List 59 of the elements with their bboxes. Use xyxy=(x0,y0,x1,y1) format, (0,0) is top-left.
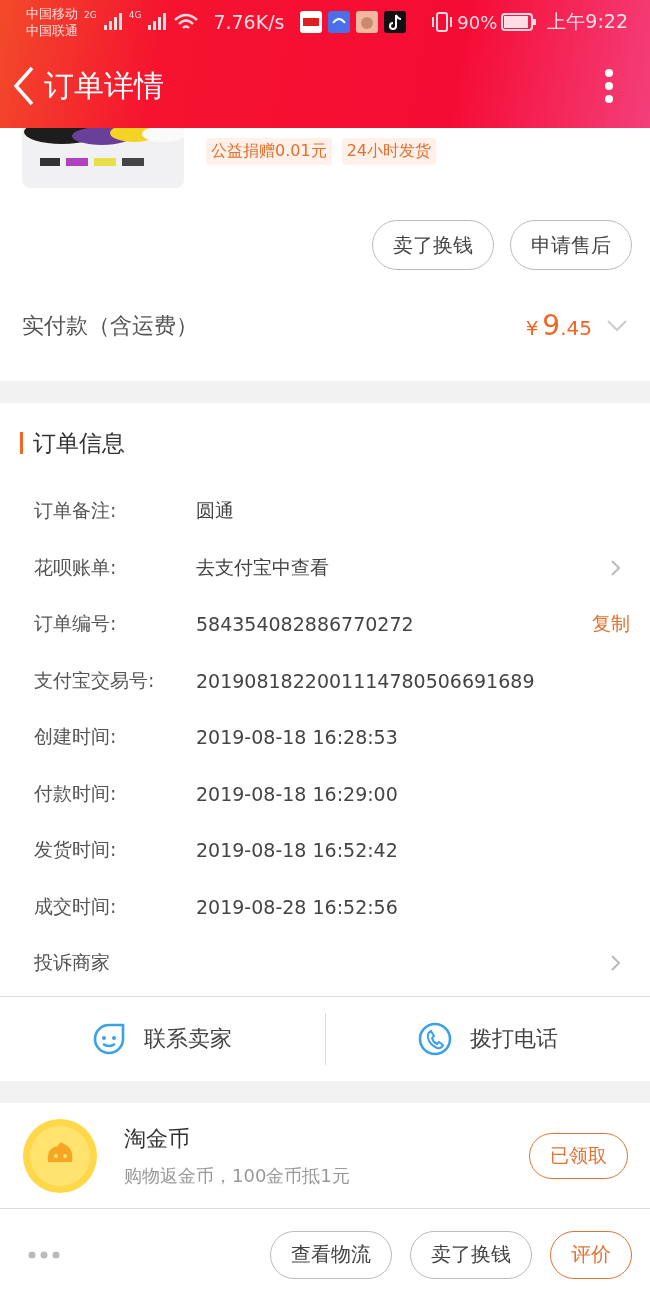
info-label: 订单编号: xyxy=(34,611,118,637)
chat-face-icon xyxy=(92,1021,127,1056)
info-label: 创建时间: xyxy=(34,724,118,750)
info-value: 584354082886770272 xyxy=(196,613,415,636)
info-value: 2019081822001114780506691689 xyxy=(196,669,536,692)
info-value: 2019-08-18 16:52:42 xyxy=(196,839,399,862)
action-button[interactable]: 查看物流 xyxy=(270,1230,392,1279)
more-icon xyxy=(604,68,614,105)
contact-button[interactable]: 联系卖家 xyxy=(0,1008,325,1069)
contact-button[interactable]: 拨打电话 xyxy=(325,1008,650,1069)
info-label: 花呗账单: xyxy=(34,554,118,580)
payment-row[interactable]: 实付款（含运费） ¥9.45 xyxy=(0,270,650,381)
network-type: 4G xyxy=(128,10,142,20)
coin-subtitle: 购物返金币，100金币抵1元 xyxy=(124,1163,351,1188)
info-value: 圆通 xyxy=(196,498,235,524)
accent-bar xyxy=(20,432,23,454)
network-type: 2G xyxy=(84,10,97,20)
chevron-right-icon xyxy=(609,558,622,577)
info-label: 订单备注: xyxy=(34,498,118,524)
payment-label: 实付款（含运费） xyxy=(22,311,198,340)
app-icon xyxy=(328,11,351,33)
carrier-name: 中国联通 xyxy=(26,22,78,39)
back-icon xyxy=(12,66,36,107)
app-icon xyxy=(300,11,323,33)
signal-icon xyxy=(147,13,168,31)
info-label: 投诉商家 xyxy=(34,950,111,976)
info-label: 支付宝交易号: xyxy=(34,667,156,693)
action-button[interactable]: 申请售后 xyxy=(510,220,632,271)
music-note-icon xyxy=(384,11,407,33)
coin-title: 淘金币 xyxy=(124,1124,191,1153)
section-title: 订单信息 xyxy=(33,428,125,458)
more-icon xyxy=(28,1250,60,1259)
info-label: 付款时间: xyxy=(34,780,118,806)
price-integer: 9 xyxy=(542,309,561,343)
clock: 上午9:22 xyxy=(547,9,628,34)
network-speed: 7.76K/s xyxy=(213,11,285,33)
info-label: 发货时间: xyxy=(34,837,118,863)
info-value: 2019-08-28 16:52:56 xyxy=(196,895,399,918)
action-button[interactable]: 卖了换钱 xyxy=(410,1230,532,1279)
vibrate-icon xyxy=(431,11,454,33)
info-value: 去支付宝中查看 xyxy=(196,554,330,580)
info-label: 成交时间: xyxy=(34,893,118,919)
info-value: 2019-08-18 16:29:00 xyxy=(196,782,399,805)
info-value: 2019-08-18 16:28:53 xyxy=(196,726,399,749)
battery-level: 90% xyxy=(457,11,498,33)
promo-tag: 公益捐赠0.01元 xyxy=(206,138,332,166)
battery-icon xyxy=(501,13,538,31)
page-title: 订单详情 xyxy=(44,66,165,105)
price-decimal: .45 xyxy=(560,316,592,341)
avatar-icon xyxy=(356,11,379,33)
coin-icon xyxy=(22,1117,98,1194)
currency-symbol: ¥ xyxy=(525,316,539,341)
signal-icon xyxy=(102,13,123,31)
chevron-right-icon xyxy=(609,954,622,973)
carrier-name: 中国移动 xyxy=(26,5,78,22)
chevron-down-icon xyxy=(606,318,628,333)
action-button[interactable]: 卖了换钱 xyxy=(372,220,494,271)
phone-icon xyxy=(417,1021,452,1056)
promo-tag: 24小时发货 xyxy=(341,138,436,166)
